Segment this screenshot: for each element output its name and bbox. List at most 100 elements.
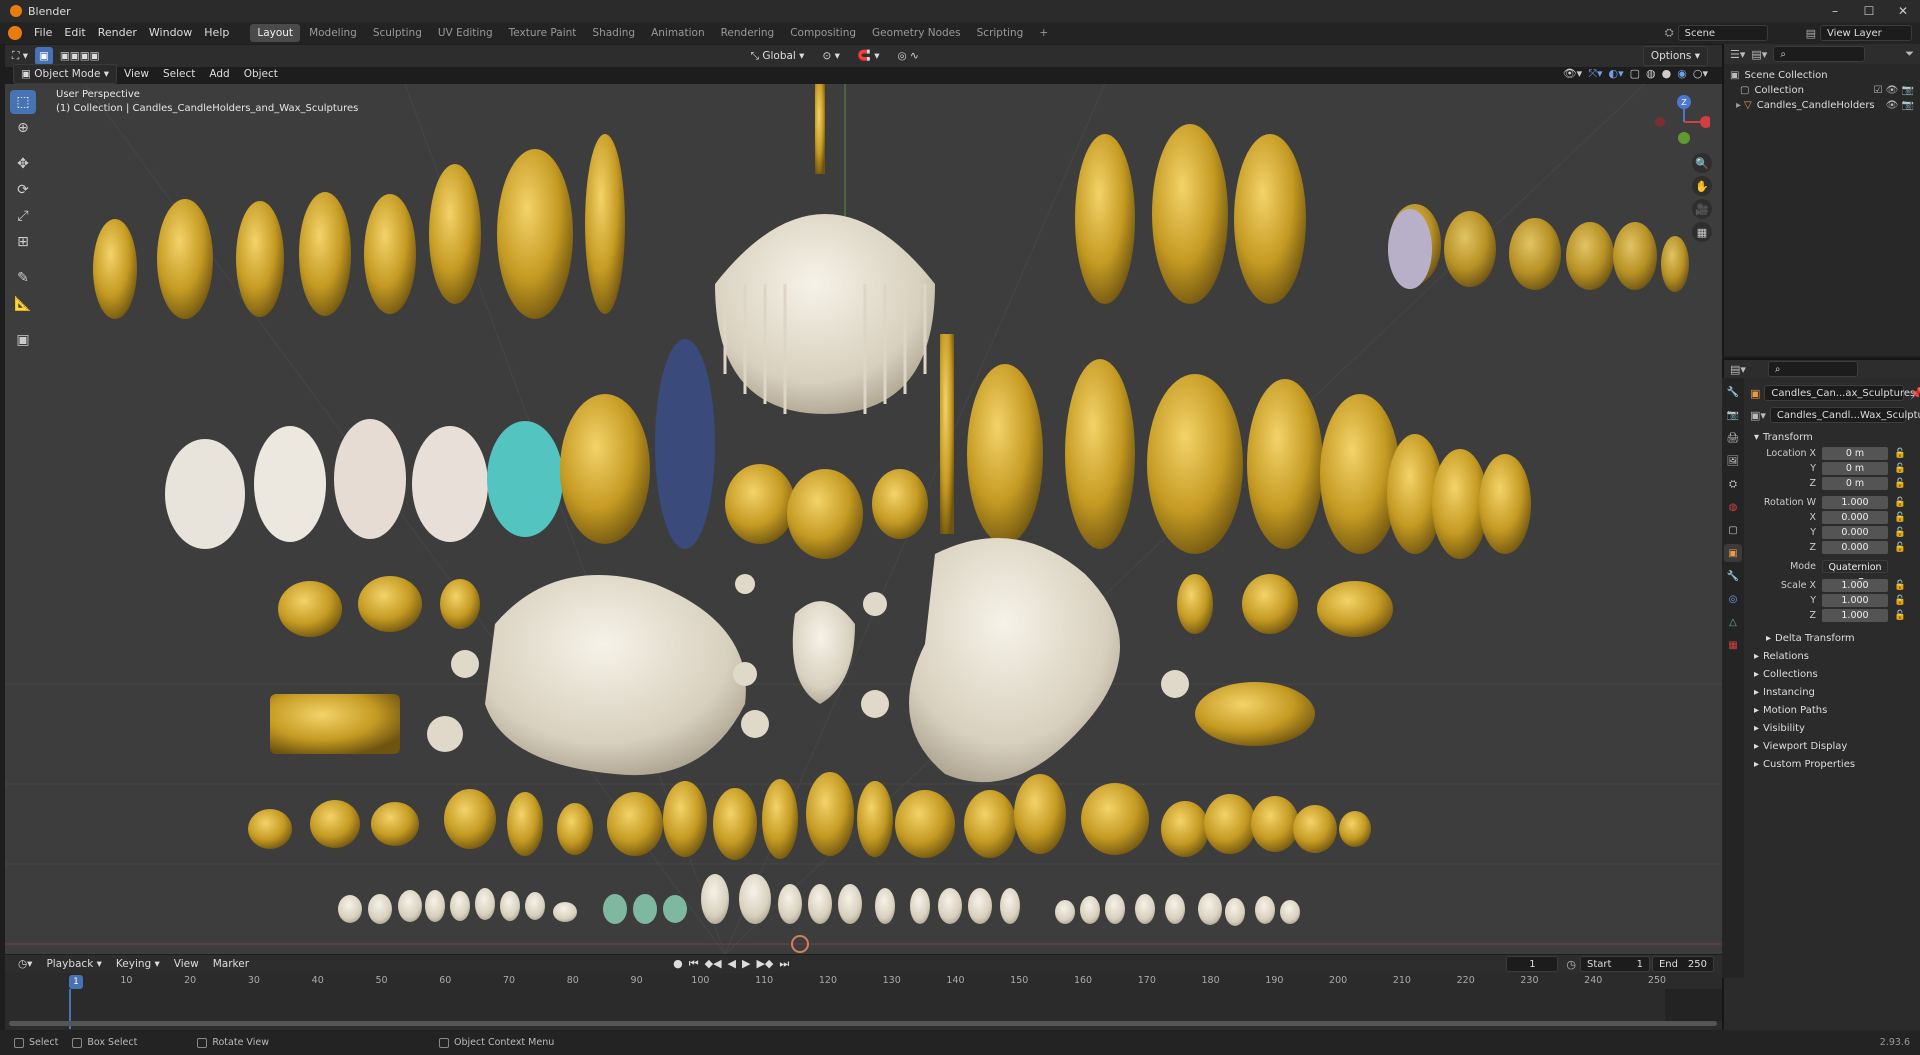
add-menu[interactable]: Add — [202, 65, 236, 83]
visibility-panel[interactable]: ▸ Visibility — [1750, 719, 1920, 737]
gizmo-y-axis[interactable] — [1678, 132, 1690, 144]
menu-window[interactable]: Window — [143, 22, 198, 44]
timeline-editor-icon[interactable]: ◷▾ — [11, 955, 39, 973]
render-tab-icon[interactable]: 📷 — [1724, 406, 1742, 424]
add-workspace-button[interactable]: + — [1032, 24, 1055, 42]
gizmo-toggle-icon[interactable]: ⤧▾ — [1588, 67, 1602, 81]
pin-icon[interactable]: 📌 — [1910, 387, 1920, 400]
jump-start-icon[interactable]: ⏮ — [689, 957, 699, 971]
properties-editor-icon[interactable]: ▤▾ — [1730, 363, 1746, 376]
transform-panel-header[interactable]: ▾ Transform — [1750, 428, 1920, 446]
viewport-display-panel[interactable]: ▸ Viewport Display — [1750, 737, 1920, 755]
view-layer-selector[interactable]: View Layer — [1820, 25, 1912, 41]
collection-tab-icon[interactable]: ▢ — [1724, 521, 1742, 539]
end-frame-field[interactable]: End 250 — [1651, 956, 1714, 972]
frame-ruler[interactable]: 1102030405060708090100110120130140150160… — [5, 975, 1722, 989]
current-frame-field[interactable]: 1 — [1506, 956, 1559, 972]
zoom-icon[interactable]: 🔍 — [1692, 153, 1712, 173]
world-tab-icon[interactable]: ◍ — [1724, 498, 1742, 516]
play-icon[interactable]: ▶ — [742, 957, 750, 971]
filter-icon[interactable]: ⏷ — [1905, 47, 1914, 61]
snap-icon[interactable]: 🧲 ▾ — [851, 47, 887, 65]
scene-selector[interactable]: Scene — [1677, 25, 1768, 41]
maximize-button[interactable]: ☐ — [1852, 0, 1886, 22]
tab-shading[interactable]: Shading — [585, 24, 642, 42]
pan-hand-icon[interactable]: ✋ — [1692, 176, 1712, 196]
gizmo-neg-x-axis[interactable] — [1655, 117, 1665, 127]
tab-rendering[interactable]: Rendering — [714, 24, 782, 42]
object-tab-icon[interactable]: ▣ — [1724, 544, 1742, 562]
tab-modeling[interactable]: Modeling — [302, 24, 364, 42]
shading-rendered-icon[interactable]: ○▾ — [1693, 67, 1708, 81]
visibility-toggle-icon[interactable]: 👁 📷 — [1886, 100, 1920, 111]
transform-tool-icon[interactable]: ⊞ — [10, 230, 36, 254]
select-menu[interactable]: Select — [156, 65, 202, 83]
expand-arrow-icon[interactable]: ▸ — [1736, 100, 1741, 111]
rotation-z-field[interactable]: 0.000 — [1822, 541, 1888, 554]
tab-scripting[interactable]: Scripting — [970, 24, 1031, 42]
menu-render[interactable]: Render — [92, 22, 143, 44]
location-y-field[interactable]: 0 m — [1822, 462, 1888, 475]
outliner-item-candles[interactable]: ▸ ▽ Candles_CandleHolders 👁 📷 — [1724, 98, 1920, 113]
playhead[interactable]: 1 — [69, 975, 83, 989]
location-x-field[interactable]: 0 m — [1822, 447, 1888, 460]
gizmo-x-axis[interactable] — [1700, 116, 1712, 128]
modifier-tab-icon[interactable]: 🔧 — [1724, 567, 1742, 585]
options-dropdown[interactable]: Options ▾ — [1642, 46, 1708, 66]
tab-texture-paint[interactable]: Texture Paint — [502, 24, 584, 42]
jump-end-icon[interactable]: ⏭ — [779, 957, 789, 971]
tab-animation[interactable]: Animation — [644, 24, 712, 42]
3d-viewport[interactable] — [5, 84, 1722, 954]
tab-uv-editing[interactable]: UV Editing — [431, 24, 500, 42]
properties-search-input[interactable]: ⌕ — [1767, 361, 1858, 377]
tab-sculpting[interactable]: Sculpting — [366, 24, 429, 42]
add-cube-tool-icon[interactable]: ▣ — [10, 328, 36, 352]
rotate-tool-icon[interactable]: ⟳ — [10, 178, 36, 202]
menu-help[interactable]: Help — [198, 22, 235, 44]
data-name-field[interactable]: Candles_Candl...Wax_Sculptures — [1769, 407, 1920, 423]
editor-type-icon[interactable]: ⛶ ▾ — [5, 47, 35, 65]
location-z-field[interactable]: 0 m — [1822, 477, 1888, 490]
playback-menu[interactable]: Playback ▾ — [39, 955, 108, 973]
shading-solid-icon[interactable]: ● — [1662, 67, 1672, 81]
pivot-icon[interactable]: ⊙ ▾ — [815, 47, 846, 65]
camera-view-icon[interactable]: 🎥 — [1692, 199, 1712, 219]
scale-z-field[interactable]: 1.000 — [1822, 609, 1888, 622]
visibility-toggle-icon[interactable]: ☑ 👁 📷 — [1874, 85, 1920, 96]
select-tool-icon[interactable]: ▣ — [34, 47, 53, 65]
select-box-tool-icon[interactable]: ⬚ — [10, 90, 36, 114]
prev-keyframe-icon[interactable]: ◆◀ — [705, 957, 722, 971]
close-button[interactable]: ✕ — [1886, 0, 1920, 22]
view-layer-tab-icon[interactable]: 🖼 — [1724, 452, 1742, 470]
outliner-item-collection[interactable]: ▢ Collection ☑ 👁 📷 — [1724, 83, 1920, 98]
relations-panel[interactable]: ▸ Relations — [1750, 647, 1920, 665]
marker-menu[interactable]: Marker — [206, 955, 256, 973]
timeline-view-menu[interactable]: View — [167, 955, 206, 973]
rotation-mode-select[interactable]: Quaternion ... ▾ — [1822, 560, 1888, 586]
rotation-y-field[interactable]: 0.000 — [1822, 526, 1888, 539]
shading-material-icon[interactable]: ◉ — [1677, 67, 1687, 81]
outliner-search-input[interactable]: ⌕ — [1773, 46, 1866, 62]
scale-x-field[interactable]: 1.000 — [1822, 579, 1888, 592]
material-tab-icon[interactable]: ▦ — [1724, 636, 1742, 654]
mesh-data-icon[interactable]: ▣▾ — [1750, 409, 1766, 422]
tool-tab-icon[interactable]: 🔧 — [1724, 383, 1742, 401]
cursor-tool-icon[interactable]: ⊕ — [10, 116, 36, 140]
data-tab-icon[interactable]: △ — [1724, 613, 1742, 631]
scene-tab-icon[interactable]: ⛭ — [1724, 475, 1742, 493]
overlay-toggle-icon[interactable]: ◐▾ — [1609, 67, 1624, 81]
next-keyframe-icon[interactable]: ▶◆ — [756, 957, 773, 971]
scale-tool-icon[interactable]: ⤢ — [10, 204, 36, 228]
move-tool-icon[interactable]: ✥ — [10, 152, 36, 176]
instancing-panel[interactable]: ▸ Instancing — [1750, 683, 1920, 701]
keying-menu[interactable]: Keying ▾ — [109, 955, 167, 973]
navigation-gizmo[interactable]: Z — [1620, 92, 1712, 152]
transform-orientation-select[interactable]: ⤡ Global ▾ — [744, 47, 812, 65]
rotation-x-field[interactable]: 0.000 — [1822, 511, 1888, 524]
menu-file[interactable]: File — [28, 22, 58, 44]
xray-icon[interactable]: ▢ — [1630, 67, 1640, 81]
delta-transform-subpanel[interactable]: ▸ Delta Transform — [1750, 629, 1920, 647]
display-mode-icon[interactable]: ▤▾ — [1751, 48, 1767, 61]
tab-compositing[interactable]: Compositing — [783, 24, 863, 42]
scale-y-field[interactable]: 1.000 — [1822, 594, 1888, 607]
